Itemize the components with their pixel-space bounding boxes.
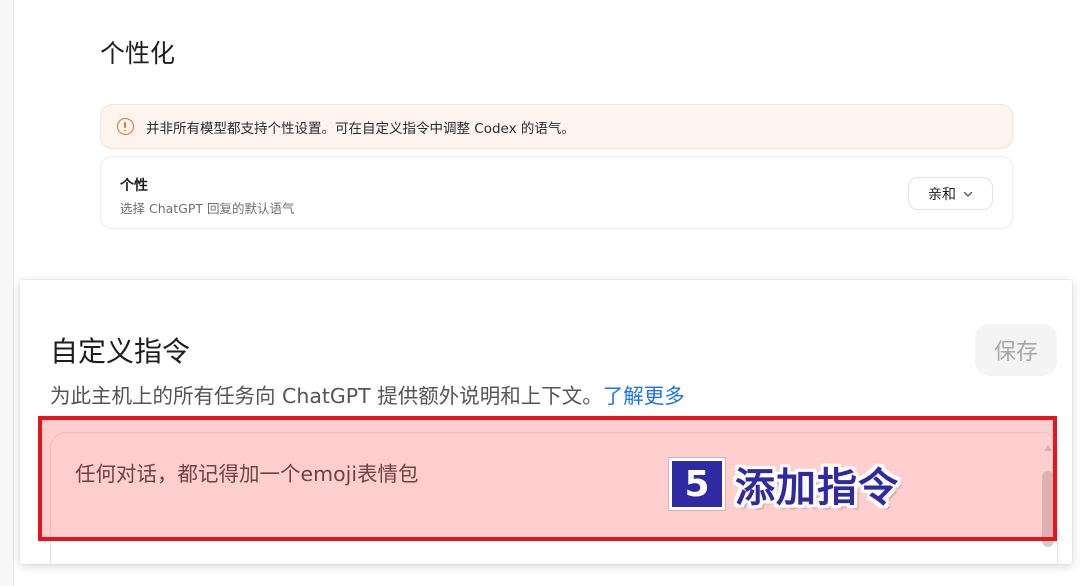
custom-instructions-description: 为此主机上的所有任务向 ChatGPT 提供额外说明和上下文。了解更多 (50, 379, 685, 409)
page-title: 个性化 (100, 39, 176, 68)
chevron-down-icon (963, 191, 973, 197)
custom-instructions-title: 自定义指令 (50, 335, 191, 368)
alert-circle-icon (117, 118, 134, 135)
personality-dropdown[interactable]: 亲和 (908, 177, 993, 210)
step-text: 添加指令 (735, 465, 899, 511)
personality-selected-value: 亲和 (928, 186, 956, 203)
personality-setting-card: 个性 选择 ChatGPT 回复的默认语气 亲和 (100, 156, 1013, 229)
personality-title: 个性 (120, 178, 148, 194)
annotation-highlight-box (38, 416, 1057, 541)
description-text: 为此主机上的所有任务向 ChatGPT 提供额外说明和上下文。 (50, 384, 603, 408)
save-button[interactable]: 保存 (975, 324, 1057, 376)
warning-banner: 并非所有模型都支持个性设置。可在自定义指令中调整 Codex 的语气。 (100, 104, 1013, 149)
learn-more-link[interactable]: 了解更多 (603, 384, 685, 408)
personality-description: 选择 ChatGPT 回复的默认语气 (120, 201, 295, 216)
step-number-badge: 5 (669, 458, 725, 510)
left-edge-panel (0, 0, 14, 586)
page-gap (14, 229, 1080, 279)
warning-text: 并非所有模型都支持个性设置。可在自定义指令中调整 Codex 的语气。 (146, 120, 575, 137)
annotation-step-label: 5 添加指令 (669, 455, 899, 513)
